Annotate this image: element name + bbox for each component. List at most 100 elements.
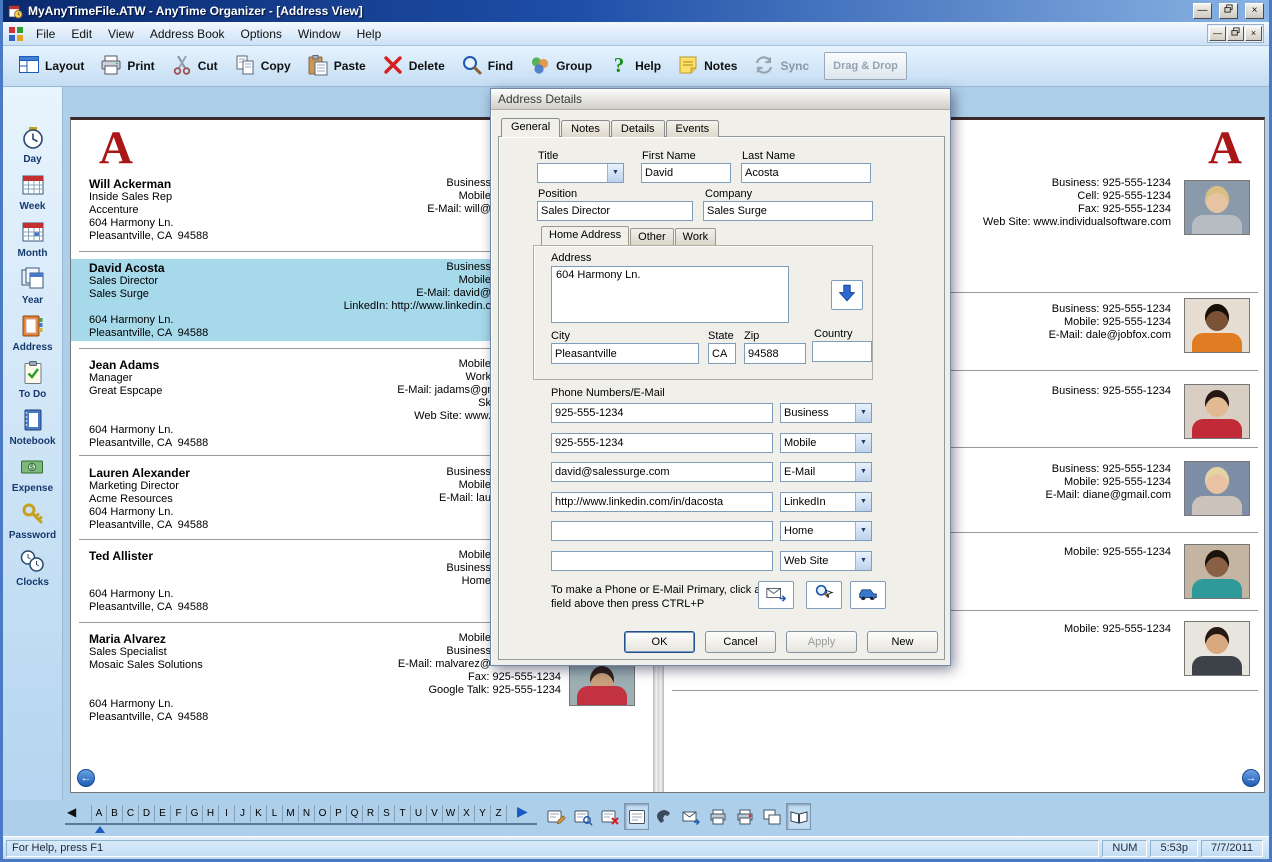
apply-button[interactable]: Apply	[786, 631, 857, 653]
company-input[interactable]	[703, 201, 873, 221]
menu-options[interactable]: Options	[233, 24, 290, 44]
phone-type-select-6[interactable]: Web Site▼	[780, 551, 872, 571]
phone-type-select-4[interactable]: LinkedIn▼	[780, 492, 872, 512]
new-button[interactable]: New	[867, 631, 938, 653]
menu-address-book[interactable]: Address Book	[142, 24, 233, 44]
letter-tab[interactable]: F	[171, 805, 187, 822]
mdi-restore-button[interactable]	[1227, 26, 1244, 41]
send-email-button[interactable]	[758, 581, 794, 609]
chevron-down-icon[interactable]: ▼	[855, 434, 871, 452]
contact-entry[interactable]: Business: 925-555-1234 Cell: 925-555-123…	[983, 177, 1171, 229]
letter-tab[interactable]: W	[443, 805, 459, 822]
letter-tab[interactable]: Z	[491, 805, 507, 822]
scroll-letters-right-button[interactable]: ▶	[517, 803, 528, 820]
map-address-button[interactable]	[831, 280, 863, 310]
letter-tab[interactable]: H	[203, 805, 219, 822]
group-button[interactable]: Group	[528, 53, 592, 80]
mdi-minimize-button[interactable]: —	[1209, 26, 1226, 41]
restore-button[interactable]	[1219, 3, 1238, 19]
tab-events[interactable]: Events	[666, 120, 720, 137]
letter-tab[interactable]: D	[139, 805, 155, 822]
page-back-button[interactable]: ←	[77, 769, 95, 787]
sync-button[interactable]: Sync	[752, 53, 809, 80]
delete-card-icon[interactable]	[597, 803, 622, 830]
map-car-button[interactable]	[850, 581, 886, 609]
phone-type-select-3[interactable]: E-Mail▼	[780, 462, 872, 482]
phone-input-2[interactable]	[551, 433, 773, 453]
sidebar-item-expense[interactable]: $Expense	[12, 454, 53, 492]
sidebar-item-week[interactable]: Week	[20, 172, 46, 210]
letter-tab[interactable]: L	[267, 805, 283, 822]
contact-entry[interactable]: Maria Alvarez Sales Specialist Mosaic Sa…	[89, 632, 208, 724]
letter-tab[interactable]: I	[219, 805, 235, 822]
address-textarea[interactable]: 604 Harmony Ln.	[551, 266, 789, 323]
letter-tab[interactable]: B	[107, 805, 123, 822]
sidebar-item-todo[interactable]: To Do	[19, 360, 47, 398]
card-view-icon[interactable]	[624, 803, 649, 830]
menu-view[interactable]: View	[100, 24, 142, 44]
letter-tab[interactable]: S	[379, 805, 395, 822]
sidebar-item-password[interactable]: Password	[9, 501, 56, 539]
country-input[interactable]	[812, 341, 872, 362]
letter-tab[interactable]: A	[91, 805, 107, 822]
close-button[interactable]: ×	[1245, 3, 1264, 19]
ok-button[interactable]: OK	[624, 631, 695, 653]
delete-button[interactable]: Delete	[381, 53, 445, 80]
tab-home-address[interactable]: Home Address	[541, 226, 629, 245]
page-forward-button[interactable]: →	[1242, 769, 1260, 787]
letter-tab[interactable]: V	[427, 805, 443, 822]
book-view-icon[interactable]	[786, 803, 811, 830]
zip-input[interactable]	[744, 343, 806, 364]
copy-card-icon[interactable]	[759, 803, 784, 830]
print-button[interactable]: Print	[99, 53, 154, 80]
letter-tab[interactable]: N	[299, 805, 315, 822]
contact-entry[interactable]: Mobile: 925-555-1234	[1064, 546, 1171, 559]
new-card-icon[interactable]	[543, 803, 568, 830]
letter-tab[interactable]: K	[251, 805, 267, 822]
letter-tab[interactable]: G	[187, 805, 203, 822]
chevron-down-icon[interactable]: ▼	[855, 404, 871, 422]
paste-button[interactable]: Paste	[306, 53, 366, 80]
letter-tab[interactable]: Q	[347, 805, 363, 822]
minimize-button[interactable]: —	[1193, 3, 1212, 19]
tab-notes[interactable]: Notes	[561, 120, 610, 137]
letter-tab[interactable]: O	[315, 805, 331, 822]
phone-type-select-5[interactable]: Home▼	[780, 521, 872, 541]
find-contact-button[interactable]	[806, 581, 842, 609]
cut-button[interactable]: Cut	[170, 53, 218, 80]
tab-general[interactable]: General	[501, 118, 560, 137]
phone-type-select-1[interactable]: Business▼	[780, 403, 872, 423]
letter-tab[interactable]: X	[459, 805, 475, 822]
contact-entry[interactable]: Business: 925-555-1234 Mobile: 925-555-1…	[1049, 303, 1171, 342]
phone-input-1[interactable]	[551, 403, 773, 423]
contact-entry[interactable]: Mobile: 925-555-1234	[1064, 623, 1171, 636]
state-input[interactable]	[708, 343, 736, 364]
first-name-input[interactable]	[641, 163, 731, 183]
letter-tab[interactable]: U	[411, 805, 427, 822]
letter-tab[interactable]: T	[395, 805, 411, 822]
phone-type-select-2[interactable]: Mobile▼	[780, 433, 872, 453]
letter-tab[interactable]: Y	[475, 805, 491, 822]
chevron-down-icon[interactable]: ▼	[607, 164, 623, 182]
phone-input-5[interactable]	[551, 521, 773, 541]
phone-input-4[interactable]	[551, 492, 773, 512]
contact-entry[interactable]: Will Ackerman Inside Sales Rep Accenture…	[89, 177, 208, 243]
tab-other-address[interactable]: Other	[630, 228, 674, 245]
sidebar-item-notebook[interactable]: Notebook	[9, 407, 55, 445]
mdi-close-button[interactable]: ×	[1245, 26, 1262, 41]
help-button[interactable]: ?Help	[607, 53, 661, 80]
phone-input-6[interactable]	[551, 551, 773, 571]
tab-details[interactable]: Details	[611, 120, 665, 137]
layout-button[interactable]: Layout	[17, 53, 84, 80]
copy-button[interactable]: Copy	[233, 53, 291, 80]
sidebar-item-day[interactable]: Day	[20, 125, 46, 163]
cancel-button[interactable]: Cancel	[705, 631, 776, 653]
letter-tab[interactable]: C	[123, 805, 139, 822]
sidebar-item-clocks[interactable]: Clocks	[16, 548, 49, 586]
chevron-down-icon[interactable]: ▼	[855, 552, 871, 570]
print-icon[interactable]	[705, 803, 730, 830]
scroll-letters-left-button[interactable]: ◀	[67, 805, 76, 819]
title-select[interactable]: ▼	[537, 163, 624, 183]
notes-button[interactable]: Notes	[676, 53, 737, 80]
find-button[interactable]: Find	[460, 53, 513, 80]
